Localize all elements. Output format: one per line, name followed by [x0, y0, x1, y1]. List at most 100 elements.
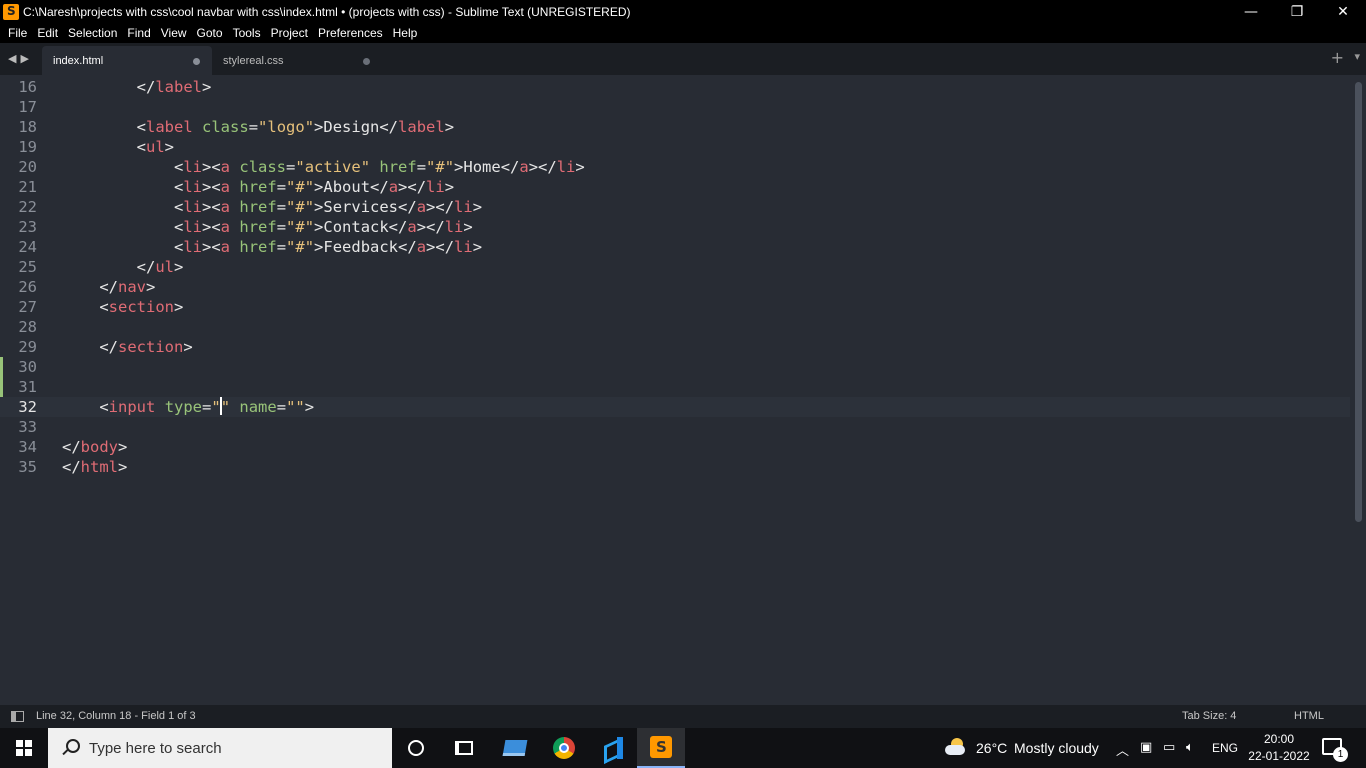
code-token: "" [286, 398, 305, 416]
windows-logo-icon [16, 740, 32, 756]
code-text[interactable]: </body> [62, 437, 127, 457]
code-line[interactable]: 24 <li><a href="#">Feedback</a></li> [0, 237, 1350, 257]
meet-now-icon[interactable]: ▣ [1140, 740, 1152, 755]
menu-project[interactable]: Project [266, 23, 313, 43]
line-number: 28 [18, 318, 37, 336]
network-icon[interactable]: ▭ [1163, 740, 1175, 755]
syntax-selector[interactable]: HTML [1294, 710, 1324, 722]
code-line[interactable]: 16 </label> [0, 77, 1350, 97]
tab-size-selector[interactable]: Tab Size: 4 [1182, 710, 1236, 722]
code-text[interactable]: </nav> [62, 277, 155, 297]
code-line[interactable]: 23 <li><a href="#">Contack</a></li> [0, 217, 1350, 237]
weather-temperature[interactable]: 26°C [976, 728, 1007, 768]
code-token: input [108, 398, 156, 416]
code-text[interactable]: <li><a href="#">Feedback</a></li> [62, 237, 482, 257]
menu-bar: File Edit Selection Find View Goto Tools… [0, 23, 1366, 43]
code-editor[interactable]: 16 </label> 17 18 <label class="logo">Desi… [0, 75, 1366, 705]
code-line[interactable]: 29 </section> [0, 337, 1350, 357]
code-text[interactable]: </label> [62, 77, 212, 97]
code-text[interactable]: <li><a href="#">About</a></li> [62, 177, 454, 197]
tab-stylereal-css[interactable]: stylereal.css [212, 46, 382, 75]
menu-preferences[interactable]: Preferences [313, 23, 388, 43]
code-token: >Home</ [454, 158, 520, 176]
sublime-app-icon[interactable] [3, 3, 19, 20]
code-token: < [173, 218, 184, 236]
code-text[interactable]: <li><a class="active" href="#">Home</a><… [62, 157, 585, 177]
taskbar-search-box[interactable]: Type here to search [48, 728, 392, 768]
code-line[interactable]: 18 <label class="logo">Design</label> [0, 117, 1350, 137]
code-text[interactable]: <li><a href="#">Services</a></li> [62, 197, 482, 217]
code-text[interactable]: <section> [62, 297, 183, 317]
menu-tools[interactable]: Tools [228, 23, 266, 43]
task-view-button[interactable] [440, 728, 488, 768]
panel-toggle-icon[interactable] [11, 711, 24, 722]
weather-cloud-sun-icon[interactable] [945, 738, 967, 756]
menu-view[interactable]: View [156, 23, 192, 43]
volume-icon[interactable]: 🔈︎ [1186, 740, 1194, 755]
code-line[interactable]: 20 <li><a class="active" href="#">Home</… [0, 157, 1350, 177]
arrow-right-icon[interactable]: ▶ [20, 52, 32, 65]
taskbar-app-chrome[interactable] [540, 728, 588, 768]
code-line[interactable]: 31 [0, 377, 1350, 397]
minimize-button[interactable]: — [1228, 0, 1274, 23]
code-text[interactable]: </ul> [62, 257, 184, 277]
taskbar-app-sublime[interactable] [637, 728, 685, 768]
code-text[interactable]: <input type="" name=""> [62, 397, 314, 417]
tab-index-html[interactable]: index.html [42, 46, 212, 75]
chevron-up-icon[interactable]: ︿ [1116, 740, 1129, 759]
code-line[interactable]: 27 <section> [0, 297, 1350, 317]
code-token: href [239, 198, 277, 216]
code-token: type [164, 398, 203, 416]
taskbar-app-laptop[interactable] [491, 728, 539, 768]
code-line[interactable]: 34 </body> [0, 437, 1350, 457]
code-text[interactable]: <ul> [62, 137, 174, 157]
code-token: ></ [426, 198, 455, 216]
code-text[interactable]: </html> [62, 457, 127, 477]
editor-scrollbar[interactable] [1355, 82, 1362, 522]
menu-selection[interactable]: Selection [63, 23, 122, 43]
code-token: li [454, 198, 473, 216]
code-line[interactable]: 32 <input type="" name=""> [0, 397, 1350, 417]
taskbar-app-vscode[interactable] [589, 728, 637, 768]
code-line[interactable]: 19 <ul> [0, 137, 1350, 157]
menu-help[interactable]: Help [388, 23, 423, 43]
code-line[interactable]: 25 </ul> [0, 257, 1350, 277]
cortana-button[interactable] [392, 728, 440, 768]
code-token: < [173, 238, 184, 256]
code-line[interactable]: 26 </nav> [0, 277, 1350, 297]
language-indicator[interactable]: ENG [1212, 728, 1238, 768]
arrow-left-icon[interactable]: ◀ [8, 52, 20, 65]
code-text[interactable]: </section> [62, 337, 192, 357]
start-button[interactable] [0, 728, 48, 768]
new-tab-plus-icon[interactable]: + [1331, 48, 1344, 67]
search-icon [61, 739, 80, 757]
maximize-button[interactable]: ❐ [1274, 0, 1320, 23]
tab-navigation-arrows[interactable]: ◀▶ [8, 52, 33, 65]
menu-edit[interactable]: Edit [32, 23, 63, 43]
unsaved-dot-icon[interactable] [193, 58, 200, 65]
tab-list-chevron-icon[interactable]: ▾ [1354, 50, 1360, 63]
code-line[interactable]: 33 [0, 417, 1350, 437]
code-token: = [276, 198, 287, 216]
code-token: name [239, 398, 277, 416]
weather-description[interactable]: Mostly cloudy [1014, 728, 1099, 768]
code-line[interactable]: 17 [0, 97, 1350, 117]
code-line[interactable]: 30 [0, 357, 1350, 377]
code-line[interactable]: 28 [0, 317, 1350, 337]
menu-goto[interactable]: Goto [192, 23, 228, 43]
code-text[interactable]: <li><a href="#">Contack</a></li> [62, 217, 473, 237]
code-text[interactable]: <label class="logo">Design</label> [62, 117, 454, 137]
taskbar-clock[interactable]: 20:00 22-01-2022 [1248, 731, 1310, 765]
tab-bar: ◀▶ index.html stylereal.css + ▾ [0, 43, 1366, 75]
menu-find[interactable]: Find [122, 23, 155, 43]
unsaved-dot-icon[interactable] [363, 58, 370, 65]
code-line[interactable]: 21 <li><a href="#">About</a></li> [0, 177, 1350, 197]
clock-date: 22-01-2022 [1248, 749, 1310, 763]
code-line[interactable]: 22 <li><a href="#">Services</a></li> [0, 197, 1350, 217]
close-button[interactable]: ✕ [1320, 0, 1366, 23]
menu-file[interactable]: File [3, 23, 32, 43]
code-token: li [183, 218, 202, 236]
code-line[interactable]: 35 </html> [0, 457, 1350, 477]
